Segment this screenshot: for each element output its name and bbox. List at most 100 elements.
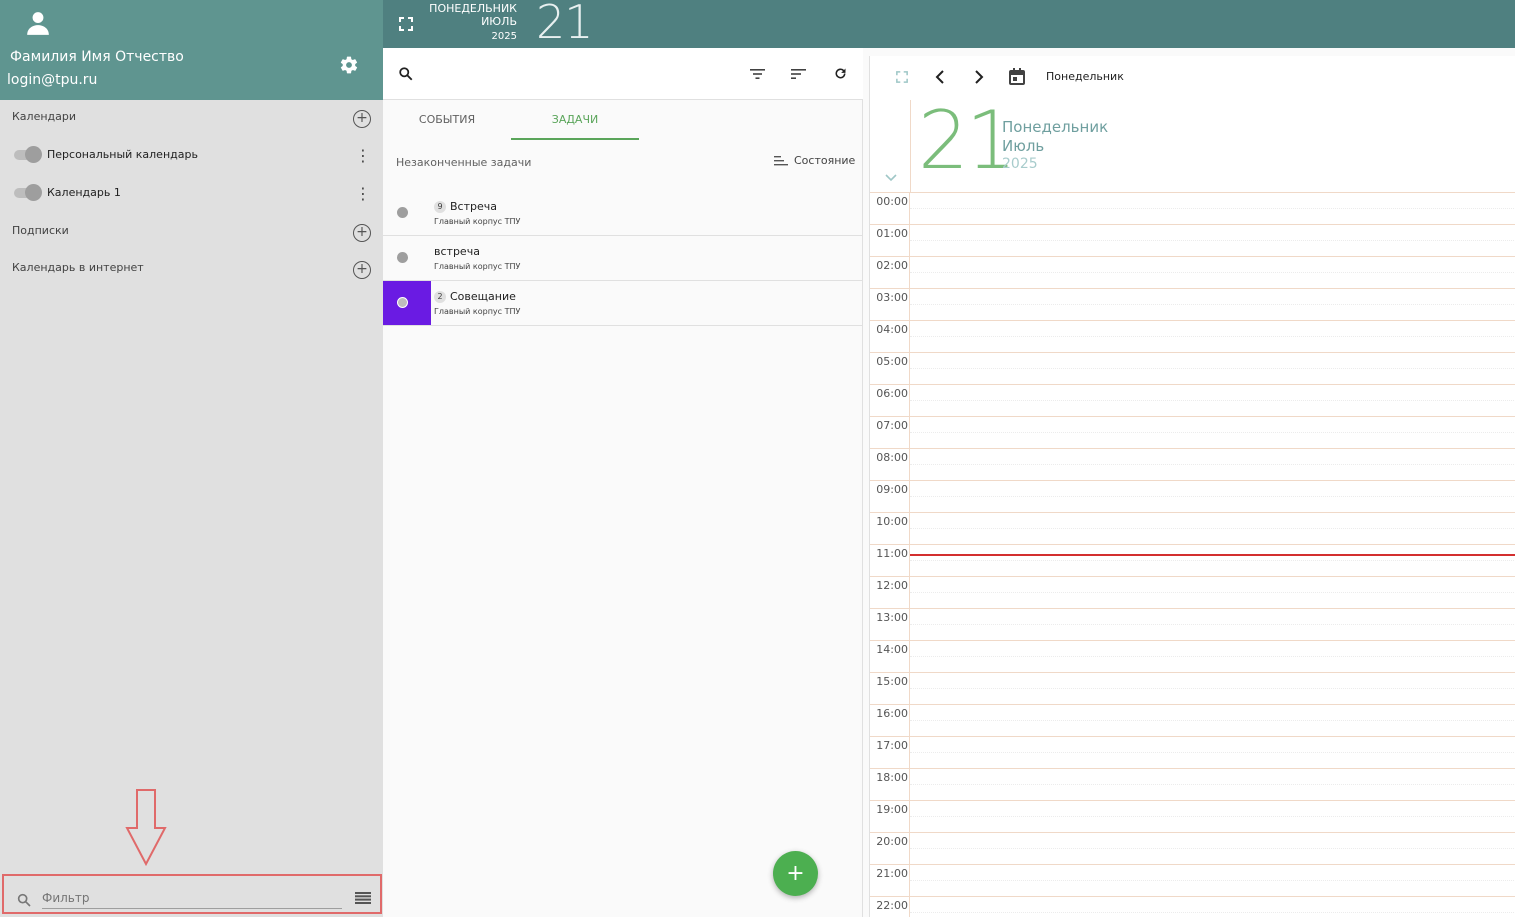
state-sort-button[interactable]: Состояние — [774, 154, 855, 167]
hour-label: 16:00 — [876, 707, 908, 720]
task-color-marker — [383, 281, 431, 325]
hour-row[interactable]: 06:00 — [870, 385, 1515, 417]
hour-label: 12:00 — [876, 579, 908, 592]
hour-label: 01:00 — [876, 227, 908, 240]
hour-row[interactable]: 21:00 — [870, 865, 1515, 897]
hour-label: 03:00 — [876, 291, 908, 304]
gear-icon[interactable] — [339, 55, 359, 75]
tab-tasks[interactable]: ЗАДАЧИ — [511, 100, 639, 140]
filter-input[interactable] — [42, 887, 342, 909]
hour-row[interactable]: 11:00 — [870, 545, 1515, 577]
fullscreen-icon[interactable] — [399, 17, 413, 31]
chevron-down-icon[interactable] — [885, 172, 897, 182]
hour-row[interactable]: 05:00 — [870, 353, 1515, 385]
hour-label: 13:00 — [876, 611, 908, 624]
task-title: встреча — [434, 245, 480, 258]
day-year: 2025 — [1002, 156, 1038, 172]
hour-row[interactable]: 13:00 — [870, 609, 1515, 641]
state-label: Состояние — [794, 154, 856, 167]
add-subscription-button[interactable]: + — [353, 224, 371, 242]
hour-label: 07:00 — [876, 419, 908, 432]
hour-row[interactable]: 09:00 — [870, 481, 1515, 513]
hour-row[interactable]: 10:00 — [870, 513, 1515, 545]
task-marker — [383, 191, 431, 235]
tasks-panel: СОБЫТИЯ ЗАДАЧИ Незаконченные задачи Сост… — [383, 48, 863, 917]
task-status-icon[interactable] — [397, 207, 408, 218]
toggle-personal-calendar[interactable] — [12, 146, 42, 163]
task-marker — [383, 236, 431, 280]
sort-icon[interactable] — [791, 68, 806, 80]
hour-label: 06:00 — [876, 387, 908, 400]
user-email: login@tpu.ru — [7, 72, 98, 88]
app-root: Фамилия Имя Отчество login@tpu.ru Календ… — [0, 0, 1515, 917]
calendars-section-title: Календари — [12, 110, 77, 123]
header-day-number: 21 — [536, 0, 594, 49]
refresh-icon[interactable] — [833, 66, 848, 81]
task-item[interactable]: 9 Встреча Главный корпус ТПУ — [383, 191, 863, 236]
more-options-icon[interactable]: ⋮ — [355, 186, 371, 203]
add-task-button[interactable]: + — [773, 851, 818, 896]
hour-label: 02:00 — [876, 259, 908, 272]
hour-row[interactable]: 15:00 — [870, 673, 1515, 705]
calendar-icon[interactable] — [1009, 68, 1025, 85]
menu-icon[interactable] — [355, 892, 371, 904]
calendar-view-title: Понедельник — [1046, 70, 1124, 83]
hour-row[interactable]: 04:00 — [870, 321, 1515, 353]
hour-row[interactable]: 03:00 — [870, 289, 1515, 321]
hour-label: 08:00 — [876, 451, 908, 464]
hour-label: 10:00 — [876, 515, 908, 528]
header-month: ИЮЛЬ — [481, 15, 517, 28]
task-location: Главный корпус ТПУ — [434, 262, 521, 271]
day-number: 21 — [918, 94, 1017, 187]
tasks-toolbar — [383, 48, 863, 100]
hour-row[interactable]: 01:00 — [870, 225, 1515, 257]
hour-label: 18:00 — [876, 771, 908, 784]
header-weekday: ПОНЕДЕЛЬНИК — [429, 2, 517, 15]
add-calendar-button[interactable]: + — [353, 110, 371, 128]
chevron-left-icon[interactable] — [935, 70, 945, 84]
day-month: Июль — [1002, 137, 1045, 155]
tab-events[interactable]: СОБЫТИЯ — [383, 100, 511, 140]
task-status-icon[interactable] — [397, 252, 408, 263]
hour-row[interactable]: 20:00 — [870, 833, 1515, 865]
hour-row[interactable]: 19:00 — [870, 801, 1515, 833]
chevron-right-icon[interactable] — [974, 70, 984, 84]
toggle-calendar-1[interactable] — [12, 184, 42, 201]
day-header: 21 Понедельник Июль 2025 — [870, 96, 1515, 193]
user-name: Фамилия Имя Отчество — [10, 49, 184, 65]
task-status-icon[interactable] — [397, 297, 408, 308]
top-header: ПОНЕДЕЛЬНИК ИЮЛЬ 2025 21 — [383, 0, 1515, 49]
hour-label: 00:00 — [876, 195, 908, 208]
fullscreen-icon[interactable] — [896, 71, 908, 83]
task-item-selected[interactable]: 2 Совещание Главный корпус ТПУ — [383, 281, 863, 326]
more-options-icon[interactable]: ⋮ — [355, 148, 371, 165]
hour-row[interactable]: 18:00 — [870, 769, 1515, 801]
internet-calendar-section-title: Календарь в интернет — [12, 261, 144, 274]
search-icon[interactable] — [398, 66, 413, 81]
user-profile: Фамилия Имя Отчество login@tpu.ru — [0, 0, 383, 100]
task-location: Главный корпус ТПУ — [434, 307, 521, 316]
hour-row[interactable]: 16:00 — [870, 705, 1515, 737]
hour-label: 09:00 — [876, 483, 908, 496]
task-title: Встреча — [450, 200, 497, 213]
hour-row[interactable]: 14:00 — [870, 641, 1515, 673]
day-weekday: Понедельник — [1002, 118, 1109, 136]
add-internet-calendar-button[interactable]: + — [353, 261, 371, 279]
hour-row[interactable]: 12:00 — [870, 577, 1515, 609]
hour-row[interactable]: 17:00 — [870, 737, 1515, 769]
task-badge: 2 — [434, 291, 446, 303]
hour-row[interactable]: 22:00 — [870, 897, 1515, 917]
hour-row[interactable]: 07:00 — [870, 417, 1515, 449]
day-calendar: Понедельник 21 Понедельник Июль 2025 00:… — [869, 56, 1515, 917]
search-icon — [17, 893, 31, 907]
hour-grid[interactable]: 00:00 01:00 02:00 03:00 04:00 05:00 06:00 07:00… — [870, 193, 1515, 917]
unfinished-tasks-header: Незаконченные задачи — [396, 156, 532, 169]
hour-row[interactable]: 00:00 — [870, 193, 1515, 225]
hour-row[interactable]: 02:00 — [870, 257, 1515, 289]
hour-label: 05:00 — [876, 355, 908, 368]
arrow-down-annotation — [125, 789, 167, 866]
filter-icon[interactable] — [750, 68, 765, 80]
task-item[interactable]: встреча Главный корпус ТПУ — [383, 236, 863, 281]
hour-row[interactable]: 08:00 — [870, 449, 1515, 481]
hour-label: 20:00 — [876, 835, 908, 848]
